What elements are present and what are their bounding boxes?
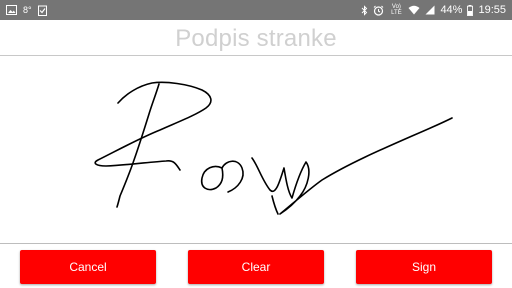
clipboard-check-icon bbox=[37, 5, 47, 16]
volte-icon: Vo) LTE bbox=[391, 4, 402, 16]
signature-screen: 8° Vo) LTE 44% 19:55 Podpis stranke Canc… bbox=[0, 0, 512, 288]
title-bar: Podpis stranke bbox=[0, 20, 512, 56]
battery-percentage: 44% bbox=[440, 4, 463, 16]
bottom-divider bbox=[0, 243, 512, 244]
clear-button[interactable]: Clear bbox=[188, 250, 324, 284]
cancel-button[interactable]: Cancel bbox=[20, 250, 156, 284]
status-left: 8° bbox=[6, 3, 47, 17]
signature-stroke bbox=[94, 81, 453, 215]
gallery-icon bbox=[6, 5, 17, 15]
action-bar: Cancel Clear Sign bbox=[0, 246, 512, 288]
bluetooth-icon bbox=[361, 4, 368, 16]
wifi-icon bbox=[408, 5, 420, 15]
status-right: Vo) LTE 44% 19:55 bbox=[361, 3, 506, 17]
alarm-icon bbox=[373, 5, 384, 16]
page-title: Podpis stranke bbox=[175, 25, 337, 52]
sign-button[interactable]: Sign bbox=[356, 250, 492, 284]
status-temperature: 8° bbox=[23, 5, 32, 15]
battery-icon bbox=[467, 4, 474, 16]
weather-icon: 8° bbox=[23, 5, 32, 15]
status-bar: 8° Vo) LTE 44% 19:55 bbox=[0, 0, 512, 20]
signal-icon bbox=[425, 5, 435, 15]
signature-pad[interactable] bbox=[0, 56, 512, 243]
status-time: 19:55 bbox=[478, 4, 506, 16]
